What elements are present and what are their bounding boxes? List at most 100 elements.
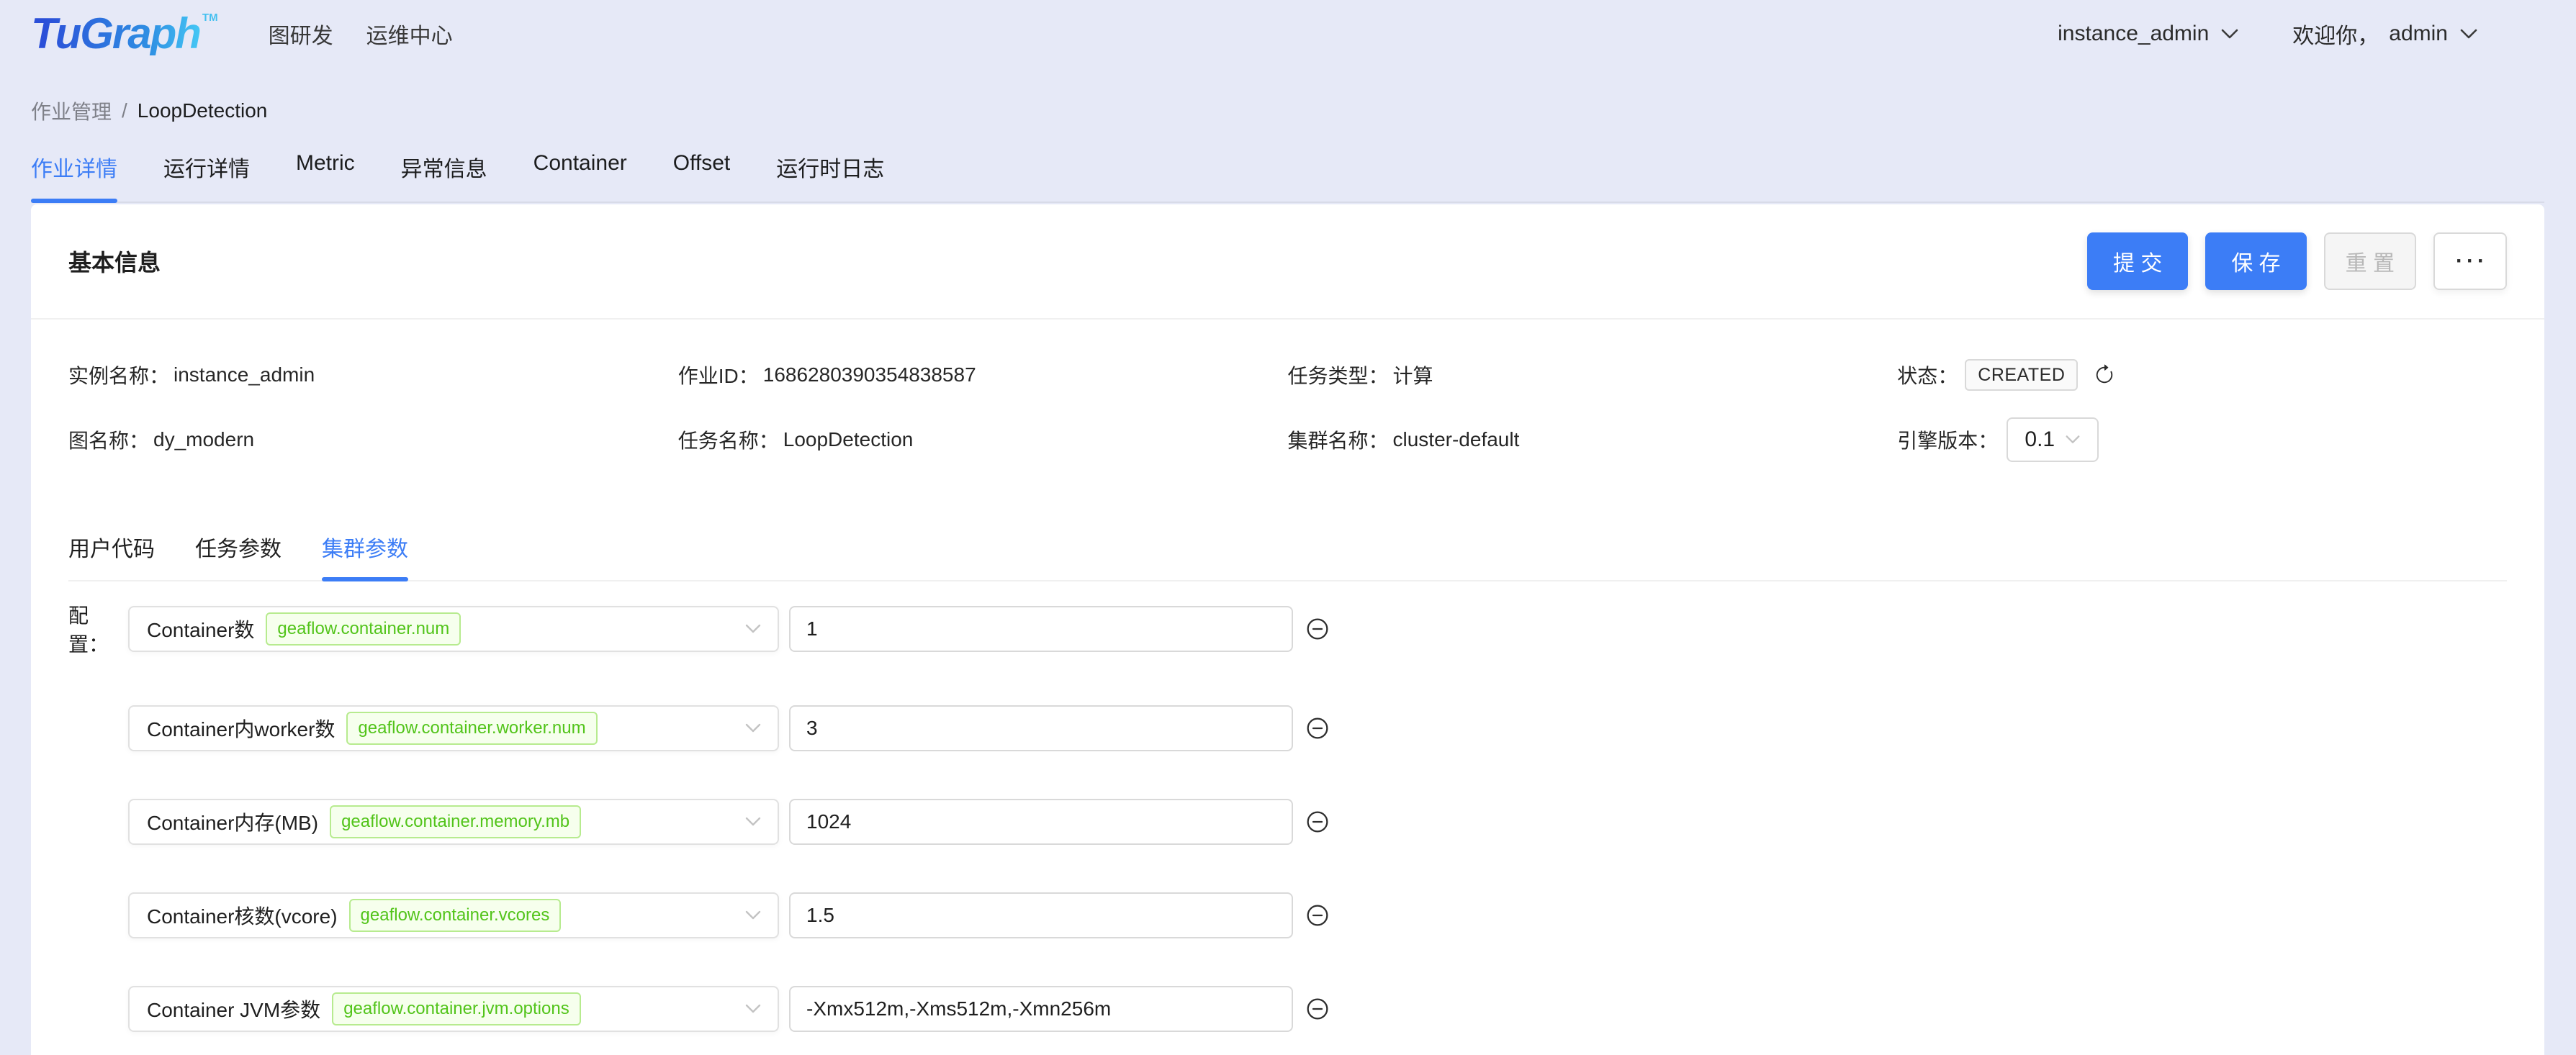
param-name: Container内worker数 (147, 714, 335, 743)
param-key-tag: geaflow.container.vcores (349, 899, 562, 932)
top-navbar: TuGraph TM 图研发 运维中心 instance_admin 欢迎你， … (0, 0, 2576, 68)
param-key-select[interactable]: Container核数(vcore) geaflow.container.vco… (128, 892, 779, 938)
nav-menu: 图研发 运维中心 (269, 18, 453, 50)
tab-job-detail[interactable]: 作业详情 (31, 151, 117, 202)
field-label: 状态： (1897, 361, 1958, 389)
param-value-input[interactable] (789, 705, 1293, 751)
field-status: 状态： CREATED (1897, 353, 2507, 397)
param-subtabs: 用户代码 任务参数 集群参数 (68, 531, 2507, 581)
subtab-cluster-params[interactable]: 集群参数 (322, 531, 408, 580)
refresh-icon (2094, 364, 2115, 386)
chevron-down-icon (744, 1004, 762, 1014)
basic-info-card: 基本信息 提 交 保 存 重 置 ··· 实例名称： instance_admi… (31, 204, 2544, 1055)
param-key-select[interactable]: Container内worker数 geaflow.container.work… (128, 705, 779, 751)
minus-circle-icon (1306, 904, 1329, 927)
reset-button[interactable]: 重 置 (2324, 232, 2416, 290)
tab-offset[interactable]: Offset (673, 151, 730, 202)
param-key-tag: geaflow.container.jvm.options (332, 992, 581, 1025)
subtab-user-code[interactable]: 用户代码 (68, 531, 155, 580)
tab-run-detail[interactable]: 运行详情 (163, 151, 250, 202)
tab-container[interactable]: Container (533, 151, 627, 202)
tab-metric[interactable]: Metric (296, 151, 355, 202)
field-label: 集群名称： (1288, 425, 1389, 454)
field-label: 图名称： (68, 425, 149, 454)
engine-version-select[interactable]: 0.1 (2007, 417, 2099, 462)
remove-row-button[interactable] (1306, 617, 1329, 640)
nav-item-ops-center[interactable]: 运维中心 (366, 18, 453, 50)
breadcrumb-job-management[interactable]: 作业管理 (31, 96, 112, 125)
param-name: Container数 (147, 615, 254, 643)
field-value: cluster-default (1393, 428, 1520, 451)
param-value-input[interactable] (789, 892, 1293, 938)
remove-row-button[interactable] (1306, 904, 1329, 927)
instance-selector-label: instance_admin (2058, 22, 2209, 46)
field-label: 任务类型： (1288, 361, 1389, 389)
minus-circle-icon (1306, 717, 1329, 740)
instance-selector[interactable]: instance_admin (2058, 22, 2239, 46)
logo-tm-mark: TM (202, 12, 218, 23)
logo-wordmark: TuGraph (31, 12, 200, 55)
nav-item-graph-dev[interactable]: 图研发 (269, 18, 333, 50)
chevron-down-icon (744, 723, 762, 733)
main-tabs: 作业详情 运行详情 Metric 异常信息 Container Offset 运… (31, 151, 2544, 203)
breadcrumb-current: LoopDetection (138, 99, 268, 122)
chevron-down-icon (744, 817, 762, 827)
remove-row-button[interactable] (1306, 717, 1329, 740)
field-value: dy_modern (153, 428, 254, 451)
field-value: LoopDetection (783, 428, 914, 451)
param-key-select[interactable]: Container内存(MB) geaflow.container.memory… (128, 799, 779, 845)
param-value-input[interactable] (789, 986, 1293, 1032)
status-badge: CREATED (1965, 359, 2078, 391)
subtab-task-params[interactable]: 任务参数 (195, 531, 282, 580)
chevron-down-icon (2459, 28, 2478, 40)
submit-button[interactable]: 提 交 (2087, 232, 2188, 290)
remove-row-button[interactable] (1306, 810, 1329, 833)
field-label: 引擎版本： (1897, 425, 1998, 454)
param-name: Container核数(vcore) (147, 901, 338, 930)
param-name: Container内存(MB) (147, 807, 318, 836)
field-engine-version: 引擎版本： 0.1 (1897, 417, 2507, 462)
config-row: Container内worker数 geaflow.container.work… (68, 705, 2507, 751)
action-buttons: 提 交 保 存 重 置 ··· (2087, 232, 2507, 290)
param-key-select[interactable]: Container JVM参数 geaflow.container.jvm.op… (128, 986, 779, 1032)
more-actions-button[interactable]: ··· (2433, 232, 2507, 290)
user-menu[interactable]: admin (2389, 22, 2478, 46)
param-key-tag: geaflow.container.worker.num (346, 712, 597, 745)
tab-exception-info[interactable]: 异常信息 (401, 151, 487, 202)
field-value: 计算 (1393, 361, 1433, 389)
field-value: instance_admin (174, 363, 315, 386)
config-label: 配置： (68, 600, 128, 658)
engine-version-value: 0.1 (2025, 427, 2055, 452)
field-label: 任务名称： (678, 425, 779, 454)
field-label: 作业ID： (678, 361, 759, 389)
card-header: 基本信息 提 交 保 存 重 置 ··· (31, 204, 2544, 320)
param-name: Container JVM参数 (147, 995, 320, 1023)
field-job-id: 作业ID： 1686280390354838587 (678, 353, 1288, 397)
param-value-input[interactable] (789, 799, 1293, 845)
field-instance-name: 实例名称： instance_admin (68, 353, 678, 397)
minus-circle-icon (1306, 997, 1329, 1020)
card-title: 基本信息 (68, 245, 161, 278)
info-grid: 实例名称： instance_admin 作业ID： 1686280390354… (31, 320, 2544, 462)
param-value-input[interactable] (789, 606, 1293, 652)
field-cluster-name: 集群名称： cluster-default (1288, 417, 1898, 462)
field-graph-name: 图名称： dy_modern (68, 417, 678, 462)
tugraph-logo[interactable]: TuGraph TM (31, 12, 218, 55)
cluster-config-list: 配置： Container数 geaflow.container.num Con… (31, 581, 2544, 1032)
save-button[interactable]: 保 存 (2205, 232, 2306, 290)
refresh-status-button[interactable] (2094, 364, 2115, 386)
chevron-down-icon (2220, 28, 2239, 40)
welcome-text: 欢迎你， (2292, 18, 2379, 50)
field-value: 1686280390354838587 (763, 363, 976, 386)
chevron-down-icon (744, 910, 762, 920)
minus-circle-icon (1306, 810, 1329, 833)
param-key-tag: geaflow.container.num (266, 612, 461, 646)
tab-runtime-logs[interactable]: 运行时日志 (776, 151, 884, 202)
chevron-down-icon (744, 624, 762, 634)
chevron-down-icon (2065, 435, 2081, 445)
breadcrumb: 作业管理 / LoopDetection (31, 96, 2576, 125)
param-key-tag: geaflow.container.memory.mb (330, 805, 581, 838)
param-key-select[interactable]: Container数 geaflow.container.num (128, 606, 779, 652)
remove-row-button[interactable] (1306, 997, 1329, 1020)
config-row: Container核数(vcore) geaflow.container.vco… (68, 892, 2507, 938)
